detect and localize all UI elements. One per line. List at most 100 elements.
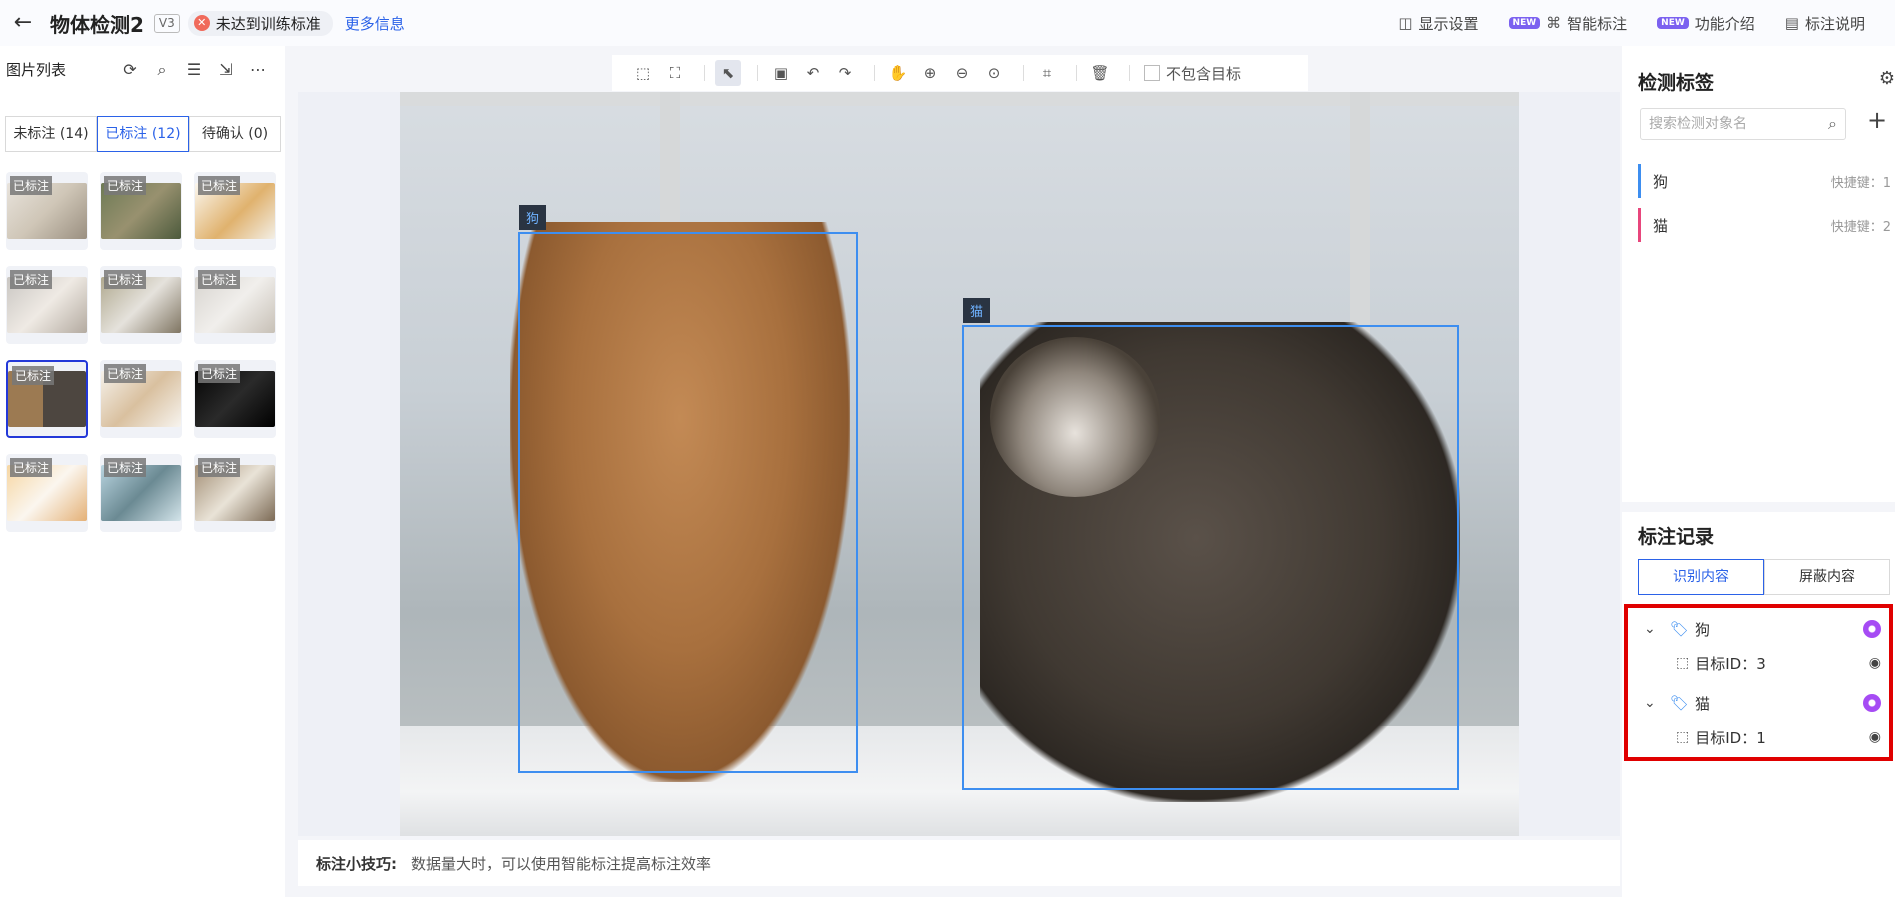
search-icon[interactable]: ⌕ xyxy=(1828,109,1837,139)
panel-divider xyxy=(1622,502,1895,512)
exclude-target-label: 不包含目标 xyxy=(1166,64,1242,83)
undo-icon[interactable]: ↶ xyxy=(800,60,826,86)
close-circle-icon: ✕ xyxy=(193,15,210,31)
checkbox-box[interactable] xyxy=(1144,65,1160,81)
save-icon[interactable]: ▣ xyxy=(768,60,794,86)
toolbar-divider xyxy=(874,65,875,81)
fit-icon[interactable]: ⊙ xyxy=(981,60,1007,86)
settings-icon[interactable]: ⚙ xyxy=(1879,68,1895,89)
label-guide-button[interactable]: ▤ 标注说明 xyxy=(1785,13,1865,34)
eye-icon[interactable]: ◉ xyxy=(1869,655,1881,671)
feature-intro-button[interactable]: NEW 功能介绍 xyxy=(1657,13,1755,34)
sort-icon[interactable]: ☰ xyxy=(181,60,207,80)
toolbar-divider xyxy=(1129,65,1130,81)
eye-icon[interactable]: ◉ xyxy=(1869,729,1881,745)
more-info-link[interactable]: 更多信息 xyxy=(345,13,405,34)
project-title: 物体检测2 xyxy=(50,12,144,37)
hand-icon[interactable]: ✋ xyxy=(885,60,911,86)
image-thumbnail[interactable]: 已标注 xyxy=(194,172,276,250)
image-thumbnail[interactable]: 已标注 xyxy=(100,454,182,532)
tab-recognized[interactable]: 识别内容 xyxy=(1638,559,1764,595)
zoom-in-icon[interactable]: ⊕ xyxy=(917,60,943,86)
image-thumbnail[interactable]: 已标注 xyxy=(6,454,88,532)
more-icon[interactable]: ⋯ xyxy=(245,60,271,80)
toolbar-divider xyxy=(1076,65,1077,81)
select-tool-icon[interactable]: ⬉ xyxy=(715,60,741,86)
label-guide-label: 标注说明 xyxy=(1804,14,1865,33)
right-panel: 检测标签 ⚙ 搜索检测对象名 ⌕ + 狗 快捷键：1 猫 快捷键：2 标注记录 … xyxy=(1622,46,1895,897)
label-name: 狗 xyxy=(1653,172,1669,191)
new-badge: NEW xyxy=(1508,17,1541,29)
tips-bar: 标注小技巧: 数据量大时，可以使用智能标注提高标注效率 xyxy=(298,840,1620,886)
version-badge: V3 xyxy=(153,13,180,33)
records-list: ⌄ 🏷 狗 ⬚ 目标ID：3 ◉ ⌄ 🏷 猫 ⬚ 目标ID：1 ◉ xyxy=(1624,604,1893,761)
image-thumbnail[interactable]: 已标注 xyxy=(100,266,182,344)
refresh-icon[interactable]: ⟳ xyxy=(117,60,143,80)
search-icon[interactable]: ⌕ xyxy=(149,60,175,80)
document-icon: ▤ xyxy=(1784,14,1799,32)
label-color-bar xyxy=(1638,208,1641,242)
color-dot-icon[interactable] xyxy=(1863,620,1881,638)
display-settings-button[interactable]: ◫ 显示设置 xyxy=(1398,13,1478,34)
label-item-dog[interactable]: 狗 快捷键：1 xyxy=(1638,164,1895,198)
tab-pending[interactable]: 待确认 (0) xyxy=(189,116,281,152)
smart-label-icon: ⌘ xyxy=(1546,14,1562,32)
image-thumbnail[interactable]: 已标注 xyxy=(194,360,276,438)
toolbar-divider xyxy=(757,65,758,81)
image-thumbnail[interactable]: 已标注 xyxy=(194,454,276,532)
image-list-panel: 图片列表 ⟳ ⌕ ☰ ⇲ ⋯ 未标注 (14) 已标注 (12) 待确认 (0)… xyxy=(0,46,285,897)
bbox-dog-tag: 狗 xyxy=(519,205,547,230)
record-item-dog[interactable]: ⬚ 目标ID：3 ◉ xyxy=(1628,648,1889,678)
tab-labeled[interactable]: 已标注 (12) xyxy=(97,116,189,152)
bbox-cat[interactable] xyxy=(962,325,1459,790)
smart-rect-tool-icon[interactable]: ⛶ xyxy=(662,60,688,86)
chevron-down-icon[interactable]: ⌄ xyxy=(1644,695,1664,711)
crop-icon[interactable]: ⌗ xyxy=(1034,60,1060,86)
rect-tool-icon[interactable]: ⬚ xyxy=(630,60,656,86)
image-thumbnail[interactable]: 已标注 xyxy=(6,172,88,250)
tab-masked[interactable]: 屏蔽内容 xyxy=(1764,559,1890,595)
redo-icon[interactable]: ↷ xyxy=(832,60,858,86)
image-thumbnail[interactable]: 已标注 xyxy=(194,266,276,344)
delete-icon[interactable]: 🗑 xyxy=(1087,60,1113,86)
label-search-input[interactable]: 搜索检测对象名 ⌕ xyxy=(1640,108,1846,140)
record-target-id: 目标ID：1 xyxy=(1695,728,1766,747)
display-settings-label: 显示设置 xyxy=(1418,14,1479,33)
record-target-id: 目标ID：3 xyxy=(1695,654,1766,673)
record-group-label: 狗 xyxy=(1695,620,1711,639)
canvas-toolbar: ⬚ ⛶ ⬉ ▣ ↶ ↷ ✋ ⊕ ⊖ ⊙ ⌗ 🗑 不包含目标 xyxy=(612,55,1308,91)
tag-icon: 🏷 xyxy=(1670,620,1690,638)
label-shortcut: 快捷键：1 xyxy=(1830,175,1891,191)
image-thumbnail[interactable]: 已标注 xyxy=(6,266,88,344)
image-thumbnail-selected[interactable]: 已标注 xyxy=(6,360,88,438)
new-badge: NEW xyxy=(1657,17,1689,29)
record-group-label: 猫 xyxy=(1695,694,1711,713)
bbox-cat-tag: 猫 xyxy=(963,298,991,323)
detection-labels-title: 检测标签 xyxy=(1638,72,1715,94)
tab-unlabeled[interactable]: 未标注 (14) xyxy=(5,116,97,152)
toolbar-divider xyxy=(704,65,705,81)
top-header: ← 物体检测2 V3 ✕ 未达到训练标准 更多信息 ◫ 显示设置 NEW ⌘ 智… xyxy=(0,0,1895,46)
label-item-cat[interactable]: 猫 快捷键：2 xyxy=(1638,208,1895,242)
record-group-dog[interactable]: ⌄ 🏷 狗 xyxy=(1628,614,1889,644)
bbox-dog[interactable] xyxy=(518,232,858,773)
image-thumbnail[interactable]: 已标注 xyxy=(100,172,182,250)
rect-icon: ⬚ xyxy=(1676,729,1690,745)
add-label-icon[interactable]: + xyxy=(1867,106,1887,134)
smart-label-button[interactable]: NEW ⌘ 智能标注 xyxy=(1508,13,1628,34)
image-list-title: 图片列表 xyxy=(6,60,67,79)
tag-icon: 🏷 xyxy=(1670,694,1690,712)
records-title: 标注记录 xyxy=(1638,526,1715,548)
image-thumbnail[interactable]: 已标注 xyxy=(100,360,182,438)
color-dot-icon[interactable] xyxy=(1863,694,1881,712)
exclude-target-checkbox[interactable]: 不包含目标 xyxy=(1144,63,1241,84)
smart-label-label: 智能标注 xyxy=(1567,14,1628,33)
export-icon[interactable]: ⇲ xyxy=(213,60,239,80)
record-group-cat[interactable]: ⌄ 🏷 猫 xyxy=(1628,688,1889,718)
record-item-cat[interactable]: ⬚ 目标ID：1 ◉ xyxy=(1628,722,1889,752)
thumbnail-grid: 已标注 已标注 已标注 已标注 已标注 已标注 已标注 已标注 已标注 已标注 … xyxy=(6,172,281,532)
back-arrow-icon[interactable]: ← xyxy=(10,10,36,36)
panel-icon: ◫ xyxy=(1398,14,1413,32)
chevron-down-icon[interactable]: ⌄ xyxy=(1644,621,1664,637)
zoom-out-icon[interactable]: ⊖ xyxy=(949,60,975,86)
